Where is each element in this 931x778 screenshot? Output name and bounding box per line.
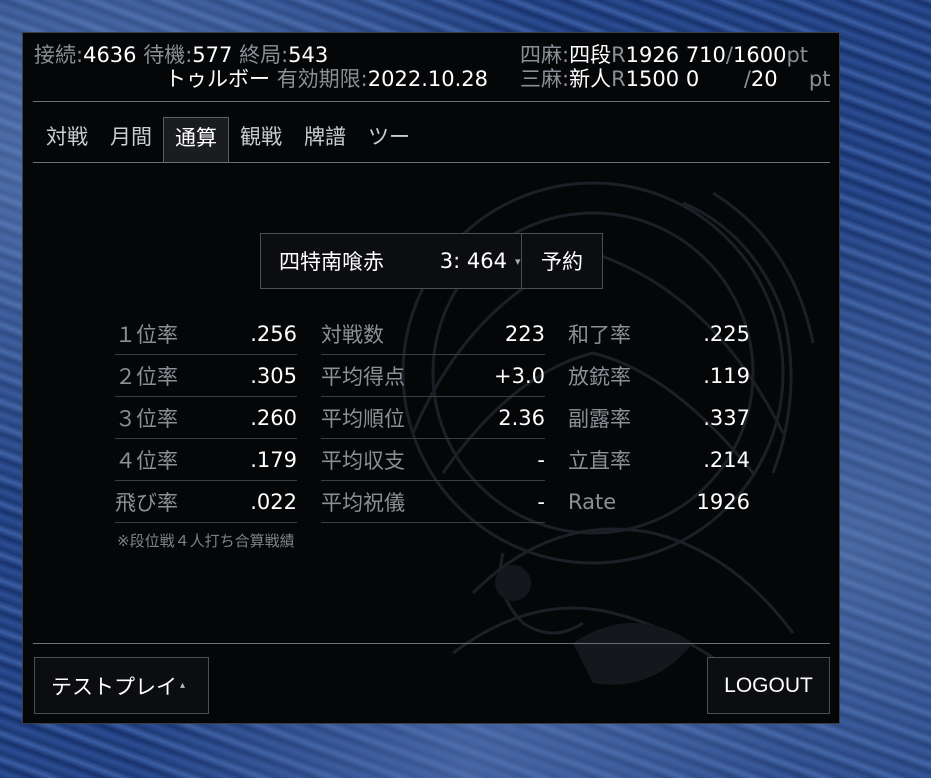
four-rating: 1926 — [625, 43, 680, 67]
end-label: 終局: — [239, 43, 289, 67]
stat-row: ２位率 .305 — [115, 355, 297, 397]
stat-value: .225 — [703, 322, 750, 346]
stat-label: 和了率 — [568, 323, 631, 347]
four-unit: pt — [786, 43, 809, 67]
stat-value: 2.36 — [498, 405, 545, 430]
four-slash: / — [725, 43, 733, 67]
ruleset-mode: 四特南喰赤 — [279, 250, 384, 274]
account-info: トゥルボー 有効期限:2022.10.28 — [165, 67, 488, 91]
end-value: 543 — [288, 43, 329, 67]
stat-row: 和了率 .225 — [568, 313, 750, 355]
stat-row: 対戦数 223 — [321, 313, 545, 355]
stat-label: Rate — [568, 490, 617, 514]
tab-replays[interactable]: 牌譜 — [293, 117, 357, 163]
stat-value: +3.0 — [494, 363, 545, 388]
stat-value: .119 — [703, 364, 750, 388]
stat-row: Rate 1926 — [568, 481, 750, 523]
three-unit: pt — [808, 67, 831, 91]
stat-label: 対戦数 — [321, 322, 384, 347]
stat-value: 1926 — [696, 490, 750, 514]
connect-value: 4636 — [83, 43, 137, 67]
stat-label: 平均得点 — [321, 364, 405, 389]
stat-label: 平均順位 — [321, 406, 405, 431]
three-r: R — [611, 67, 626, 91]
stat-value: .305 — [250, 363, 297, 388]
connect-label: 接続: — [34, 43, 84, 67]
placement-stats: １位率 .256 ２位率 .305 ３位率 .260 ４位率 .179 飛び率 .022 — [115, 313, 297, 523]
stat-value: 223 — [504, 321, 545, 346]
wait-value: 577 — [192, 43, 233, 67]
stat-value: .260 — [250, 405, 297, 430]
stat-value: .214 — [703, 448, 750, 472]
stat-label: 立直率 — [568, 449, 631, 473]
stat-row: 平均順位 2.36 — [321, 397, 545, 439]
footer-divider — [33, 643, 830, 644]
stat-value: .179 — [250, 447, 297, 472]
logout-button[interactable]: LOGOUT — [707, 657, 830, 714]
four-player-rank: 四麻:四段R1926 710/1600pt — [520, 43, 808, 67]
stat-value: .256 — [250, 321, 297, 346]
stat-row: 平均祝儀 - — [321, 481, 545, 523]
header-divider — [33, 101, 830, 102]
stat-label: 放銃率 — [568, 365, 631, 389]
lobby-panel: 接続:4636 待機:577 終局:543 トゥルボー 有効期限:2022.10… — [22, 32, 840, 724]
tab-match[interactable]: 対戦 — [35, 117, 99, 163]
stat-row: １位率 .256 — [115, 313, 297, 355]
stats-note: ※段位戦４人打ち合算戦績 — [117, 532, 295, 550]
four-label: 四麻: — [520, 43, 570, 67]
hand-stats: 和了率 .225 放銃率 .119 副露率 .337 立直率 .214 Rate 1926 — [568, 313, 750, 523]
stat-label: １位率 — [115, 322, 178, 347]
stat-value: - — [537, 489, 545, 514]
tab-bar: 対戦 月間 通算 観戦 牌譜 ツー — [35, 117, 421, 163]
game-stats: 対戦数 223 平均得点 +3.0 平均順位 2.36 平均収支 - 平均祝儀 - — [321, 313, 545, 523]
ruleset-dropdown[interactable]: 四特南喰赤 3: 464 ▾ — [261, 234, 522, 288]
tab-spectate[interactable]: 観戦 — [229, 117, 293, 163]
ruleset-selector: 四特南喰赤 3: 464 ▾ 予約 — [260, 233, 603, 289]
four-r: R — [611, 43, 626, 67]
stat-label: 平均収支 — [321, 448, 405, 473]
stat-row: ３位率 .260 — [115, 397, 297, 439]
tab-total[interactable]: 通算 — [163, 117, 229, 163]
server-status: 接続:4636 待機:577 終局:543 — [34, 43, 328, 67]
stat-row: 平均得点 +3.0 — [321, 355, 545, 397]
stat-row: 平均収支 - — [321, 439, 545, 481]
three-points: 0 — [685, 67, 700, 91]
expiry-value: 2022.10.28 — [367, 67, 489, 91]
four-rank: 四段 — [569, 43, 612, 67]
three-max: 20 — [750, 67, 778, 91]
four-points: 710 — [685, 43, 726, 67]
stat-label: ２位率 — [115, 364, 178, 389]
tab-monthly[interactable]: 月間 — [99, 117, 163, 163]
three-rating: 1500 — [625, 67, 680, 91]
stat-label: 飛び率 — [115, 490, 178, 515]
stat-row: 副露率 .337 — [568, 397, 750, 439]
expiry-label: 有効期限: — [276, 67, 368, 91]
stat-row: 立直率 .214 — [568, 439, 750, 481]
stat-label: 副露率 — [568, 407, 631, 431]
three-label: 三麻: — [520, 67, 570, 91]
caret-up-icon: ▴ — [180, 680, 186, 691]
ruleset-count: 3: 464 — [439, 249, 507, 273]
testplay-label: テストプレイ — [51, 674, 177, 699]
stat-row: ４位率 .179 — [115, 439, 297, 481]
caret-down-icon: ▾ — [515, 254, 521, 268]
three-slash: / — [743, 67, 751, 91]
username: トゥルボー — [165, 67, 270, 91]
wait-label: 待機: — [143, 43, 193, 67]
tab-divider — [33, 162, 830, 163]
stat-label: ４位率 — [115, 448, 178, 473]
reserve-button[interactable]: 予約 — [522, 234, 602, 288]
stat-row: 放銃率 .119 — [568, 355, 750, 397]
stat-value: .022 — [250, 489, 297, 514]
stat-row: 飛び率 .022 — [115, 481, 297, 523]
stat-value: - — [537, 447, 545, 472]
three-rank: 新人 — [569, 67, 612, 91]
stat-label: 平均祝儀 — [321, 490, 405, 515]
tab-tool[interactable]: ツー — [357, 117, 421, 163]
testplay-button[interactable]: テストプレイ ▴ — [34, 657, 209, 714]
four-max: 1600 — [732, 43, 787, 67]
three-player-rank: 三麻:新人R1500 0 /20 pt — [520, 67, 830, 91]
stat-value: .337 — [703, 406, 750, 430]
stat-label: ３位率 — [115, 406, 178, 431]
